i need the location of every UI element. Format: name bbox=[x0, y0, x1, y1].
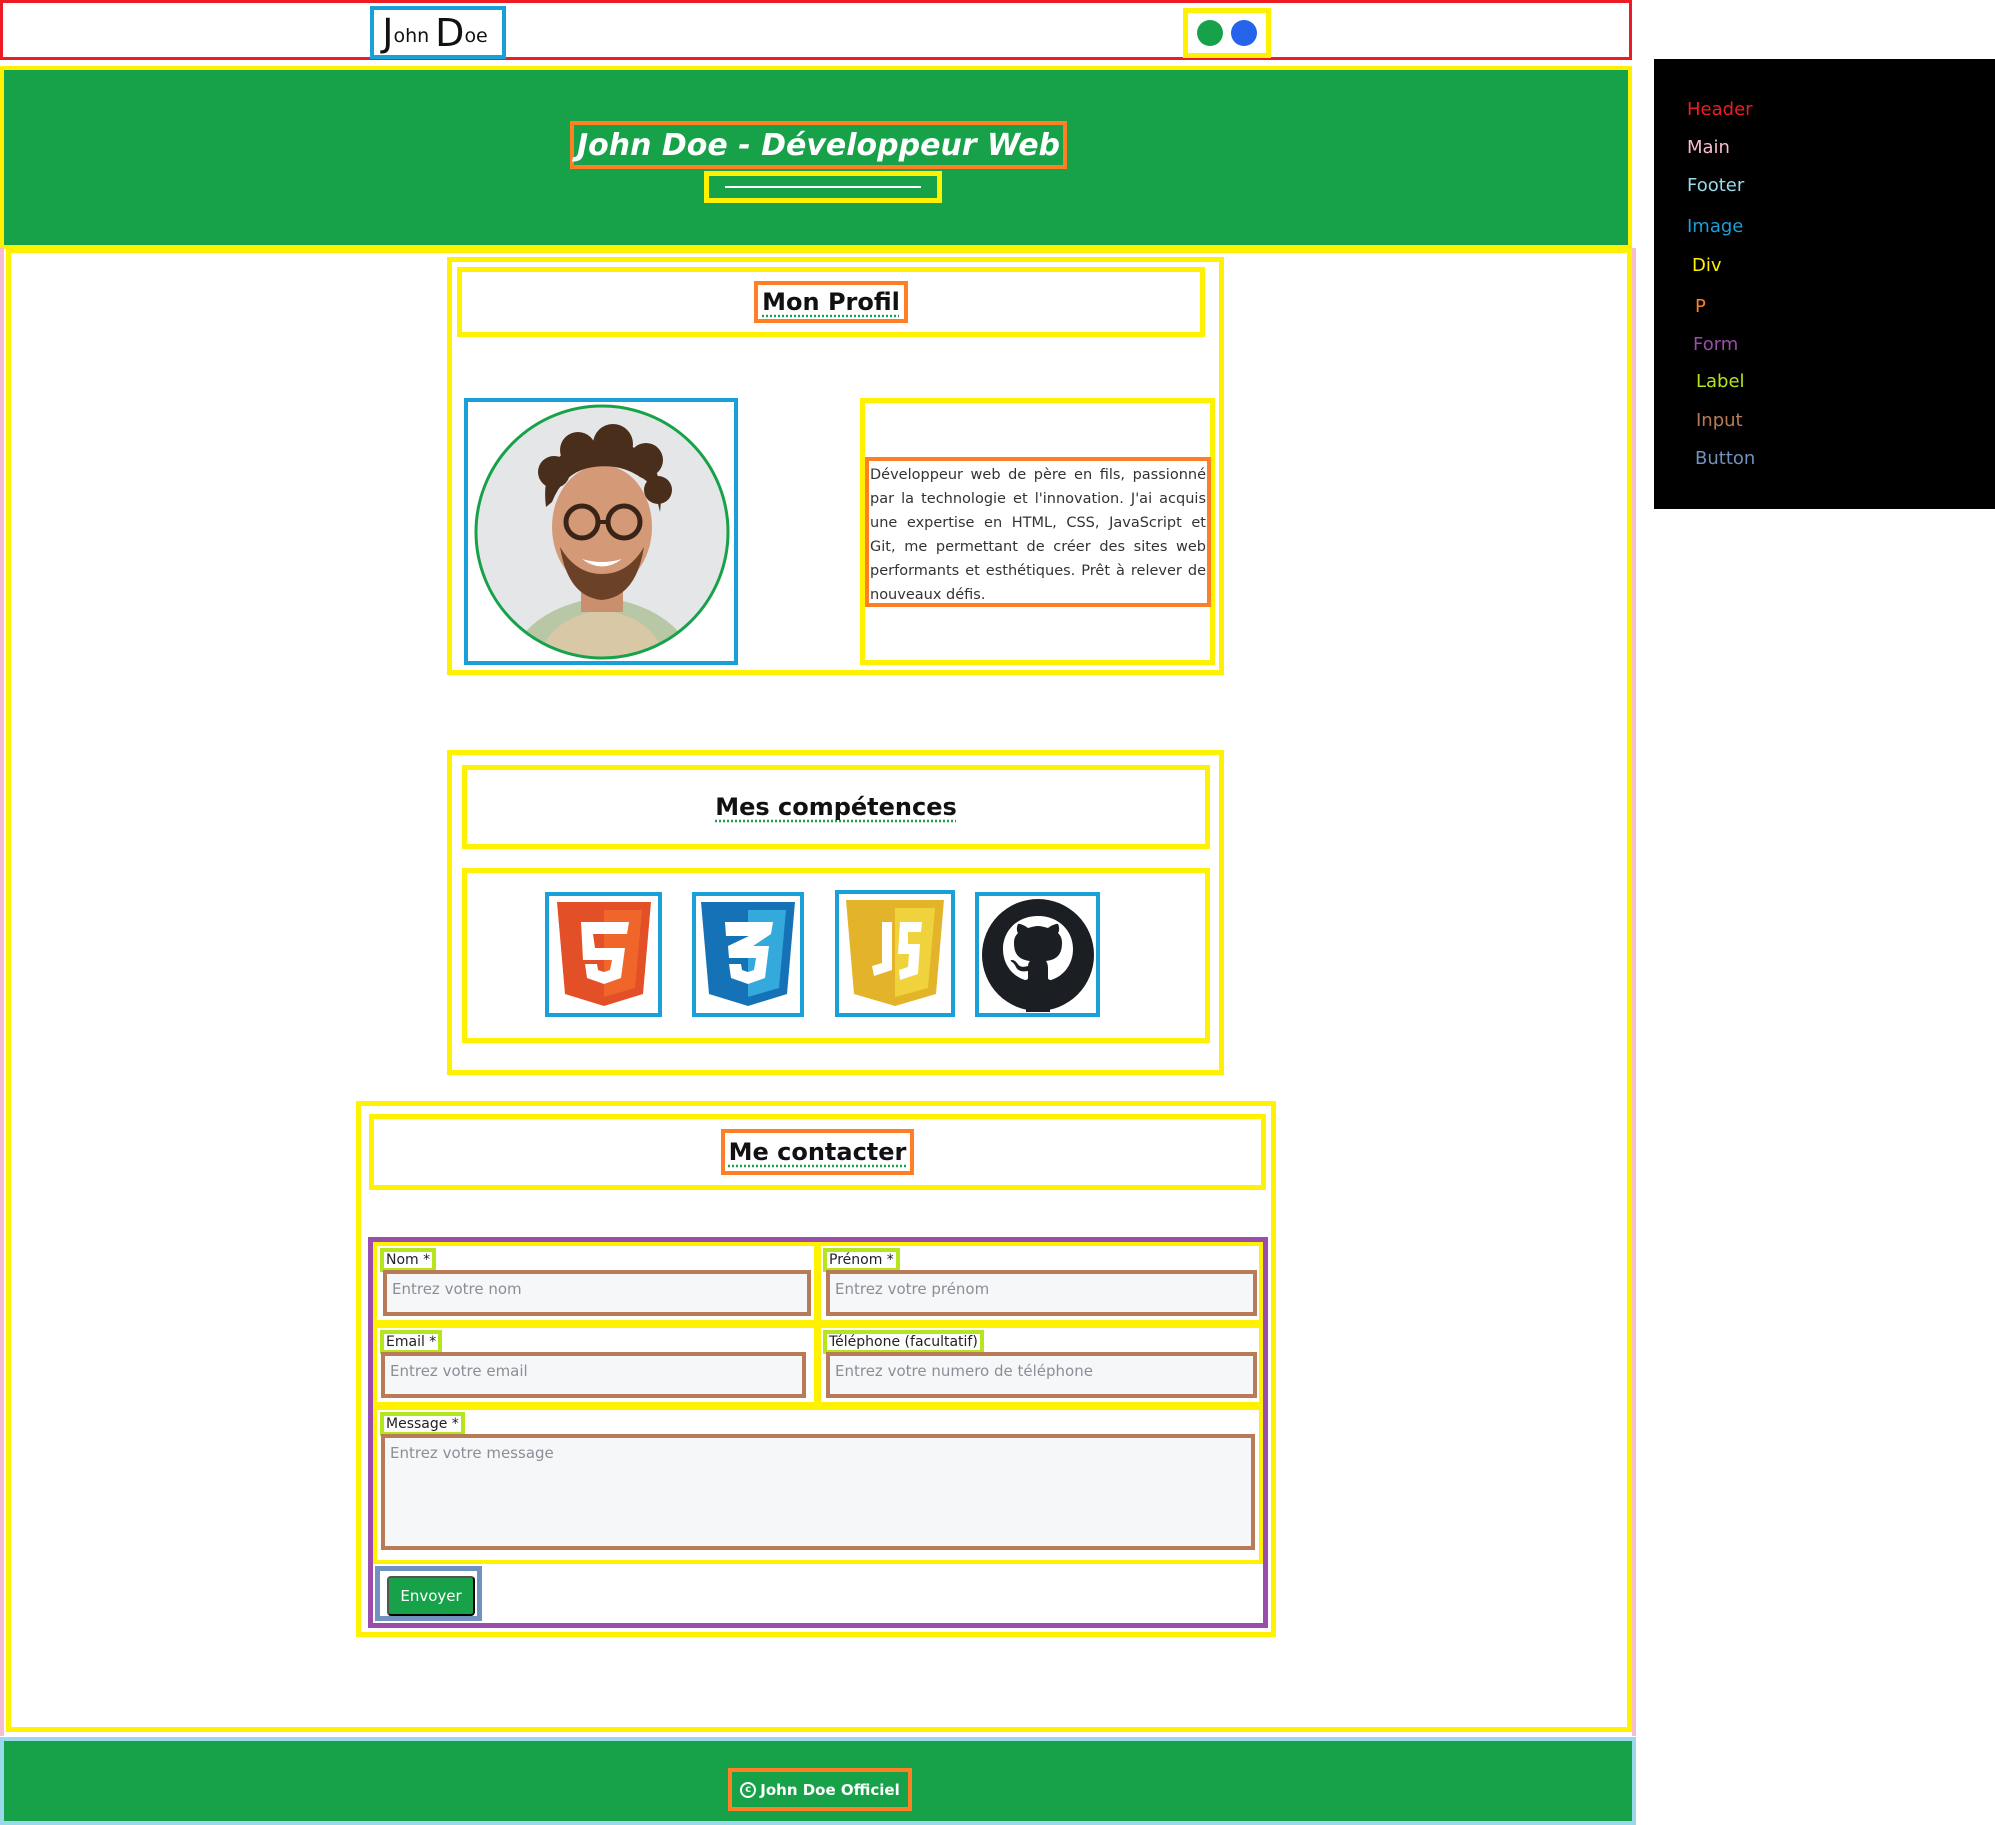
title-underline bbox=[704, 171, 942, 203]
legend-item-header: Header bbox=[1687, 99, 1753, 120]
nom-label: Nom * bbox=[380, 1248, 437, 1272]
message-placeholder: Entrez votre message bbox=[390, 1444, 554, 1462]
legend-item-label: Label bbox=[1696, 371, 1745, 392]
green-theme-dot[interactable] bbox=[1197, 20, 1223, 46]
profile-photo-frame bbox=[464, 398, 738, 665]
css3-icon bbox=[701, 901, 795, 1006]
message-label: Message * bbox=[380, 1412, 465, 1436]
profile-photo bbox=[474, 404, 730, 660]
email-label: Email * bbox=[380, 1330, 443, 1354]
blue-theme-dot[interactable] bbox=[1231, 20, 1257, 46]
prenom-field-group: Prénom * Entrez votre prénom bbox=[817, 1242, 1263, 1324]
legend-item-button: Button bbox=[1695, 448, 1756, 469]
legend-item-main: Main bbox=[1687, 137, 1730, 158]
main-outline-right bbox=[1632, 248, 1636, 1736]
profile-heading: Mon Profil bbox=[762, 288, 900, 316]
page: J ohn D oe John Doe - Développeur Web Mo… bbox=[0, 0, 1995, 1825]
tel-field-group: Téléphone (facultatif) Entrez votre nume… bbox=[817, 1324, 1263, 1406]
tel-label: Téléphone (facultatif) bbox=[823, 1330, 984, 1354]
javascript-logo bbox=[835, 890, 955, 1017]
site-logo[interactable]: J ohn D oe bbox=[370, 6, 506, 59]
email-field-group: Email * Entrez votre email bbox=[373, 1324, 818, 1406]
hero-banner: John Doe - Développeur Web bbox=[0, 66, 1632, 249]
site-footer: c John Doe Officiel bbox=[0, 1737, 1636, 1825]
profile-heading-outline: Mon Profil bbox=[754, 281, 908, 323]
tel-placeholder: Entrez votre numero de téléphone bbox=[835, 1362, 1093, 1380]
legend-item-p: P bbox=[1695, 296, 1706, 317]
nom-field-group: Nom * Entrez votre nom bbox=[373, 1242, 818, 1324]
contact-heading-outline: Me contacter bbox=[720, 1129, 915, 1175]
logo-first-rest: ohn bbox=[393, 25, 430, 47]
prenom-label: Prénom * bbox=[823, 1248, 900, 1272]
nom-placeholder: Entrez votre nom bbox=[392, 1280, 522, 1298]
nom-input[interactable]: Entrez votre nom bbox=[383, 1270, 811, 1316]
css3-logo bbox=[692, 892, 804, 1017]
submit-button-outline: Envoyer bbox=[375, 1566, 482, 1621]
title-divider bbox=[725, 186, 921, 188]
prenom-placeholder: Entrez votre prénom bbox=[835, 1280, 990, 1298]
legend-item-div: Div bbox=[1692, 255, 1722, 276]
javascript-icon bbox=[846, 899, 944, 1006]
html5-logo bbox=[545, 892, 662, 1017]
email-placeholder: Entrez votre email bbox=[390, 1362, 528, 1380]
submit-button[interactable]: Envoyer bbox=[387, 1576, 475, 1616]
contact-heading-box: Me contacter bbox=[369, 1114, 1266, 1190]
logo-first-initial: J bbox=[382, 10, 394, 55]
logo-last-rest: oe bbox=[464, 25, 488, 47]
profile-section: Mon Profil Développeur web de père en fi… bbox=[447, 257, 1224, 675]
html5-icon bbox=[556, 901, 651, 1006]
email-input[interactable]: Entrez votre email bbox=[381, 1352, 806, 1398]
github-logo bbox=[975, 892, 1100, 1017]
skills-heading: Mes compétences bbox=[715, 793, 957, 821]
contact-form: Nom * Entrez votre nom Prénom * Entrez v… bbox=[368, 1237, 1268, 1628]
footer-text: John Doe Officiel bbox=[760, 1780, 900, 1799]
footer-copyright: c John Doe Officiel bbox=[728, 1768, 912, 1811]
legend-item-footer: Footer bbox=[1687, 175, 1745, 196]
skills-section: Mes compétences bbox=[447, 750, 1224, 1075]
legend-item-input: Input bbox=[1696, 410, 1743, 431]
tel-input[interactable]: Entrez votre numero de téléphone bbox=[826, 1352, 1257, 1398]
theme-switcher bbox=[1183, 8, 1271, 58]
profile-heading-box: Mon Profil bbox=[457, 267, 1205, 337]
site-header: J ohn D oe bbox=[0, 0, 1632, 60]
profile-bio-box: Développeur web de père en fils, passion… bbox=[860, 398, 1215, 665]
skills-icons-box bbox=[462, 868, 1210, 1043]
github-icon bbox=[981, 898, 1094, 1012]
message-field-group: Message * Entrez votre message bbox=[373, 1406, 1263, 1564]
profile-bio-outline: Développeur web de père en fils, passion… bbox=[865, 457, 1211, 607]
profile-bio: Développeur web de père en fils, passion… bbox=[870, 467, 1206, 603]
copyright-icon: c bbox=[740, 1781, 757, 1798]
skills-heading-box: Mes compétences bbox=[462, 765, 1210, 849]
main-outline-left bbox=[0, 248, 4, 1736]
message-textarea[interactable]: Entrez votre message bbox=[381, 1434, 1255, 1550]
prenom-input[interactable]: Entrez votre prénom bbox=[826, 1270, 1257, 1316]
legend-item-image: Image bbox=[1687, 216, 1744, 237]
page-title: John Doe - Développeur Web bbox=[576, 127, 1061, 163]
page-title-box: John Doe - Développeur Web bbox=[570, 121, 1067, 169]
contact-heading: Me contacter bbox=[728, 1138, 907, 1166]
color-legend: Header Main Footer Image Div P Form Labe… bbox=[1654, 59, 1995, 509]
legend-item-form: Form bbox=[1693, 334, 1739, 355]
logo-last-initial: D bbox=[435, 10, 465, 55]
